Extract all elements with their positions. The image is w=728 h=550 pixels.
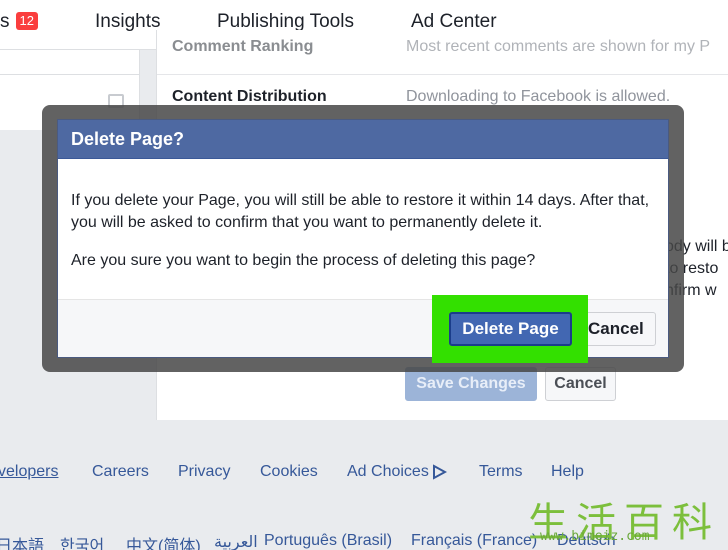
lang-french-france[interactable]: Français (France) (411, 532, 537, 550)
nav-notifications[interactable]: s 12 (0, 11, 38, 33)
nav-insights[interactable]: Insights (95, 11, 160, 33)
footer-link-terms[interactable]: Terms (479, 463, 523, 481)
dialog-body: If you delete your Page, you will still … (71, 190, 661, 288)
nav-notifications-label: s (0, 11, 10, 32)
notification-badge: 12 (15, 12, 38, 30)
setting-value-content-distribution: Downloading to Facebook is allowed. (406, 88, 671, 105)
ad-choices-label: Ad Choices (347, 463, 429, 480)
panel-divider (157, 74, 728, 75)
footer-link-developers[interactable]: velopers (0, 463, 58, 481)
footer-link-ad-choices[interactable]: Ad Choices (347, 463, 447, 481)
setting-value-comment-ranking: Most recent comments are shown for my P (406, 38, 711, 55)
lang-portuguese-brazil[interactable]: Português (Brasil) (264, 532, 392, 550)
footer-link-careers[interactable]: Careers (92, 463, 149, 481)
setting-label-comment-ranking: Comment Ranking (172, 38, 314, 55)
setting-label-content-distribution[interactable]: Content Distribution (172, 88, 327, 106)
footer-link-cookies[interactable]: Cookies (260, 463, 318, 481)
dialog-paragraph-restore: If you delete your Page, you will still … (71, 192, 650, 231)
ad-choices-icon (432, 464, 447, 480)
save-changes-button[interactable]: Save Changes (405, 367, 537, 401)
dialog-paragraph-confirm: Are you sure you want to begin the proce… (71, 252, 536, 269)
watermark-logo: 生活百科 www.bimeiz.com (522, 492, 728, 550)
footer-links: velopers Careers Privacy Cookies Ad Choi… (0, 463, 728, 487)
lang-chinese-simplified[interactable]: 中文(简体) (126, 532, 201, 550)
lang-korean[interactable]: 한국어 (60, 532, 104, 550)
lang-arabic[interactable]: العربية (214, 532, 258, 550)
footer-link-help[interactable]: Help (551, 463, 584, 481)
dialog-title: Delete Page? (58, 120, 668, 159)
footer-link-privacy[interactable]: Privacy (178, 463, 230, 481)
settings-cancel-button[interactable]: Cancel (545, 367, 616, 401)
sidebar-divider (0, 74, 140, 75)
watermark-url: www.bimeiz.com (540, 529, 650, 544)
lang-japanese[interactable]: 日本語 (0, 532, 44, 550)
delete-page-button[interactable]: Delete Page (449, 312, 572, 346)
dialog-cancel-button[interactable]: Cancel (588, 312, 656, 346)
